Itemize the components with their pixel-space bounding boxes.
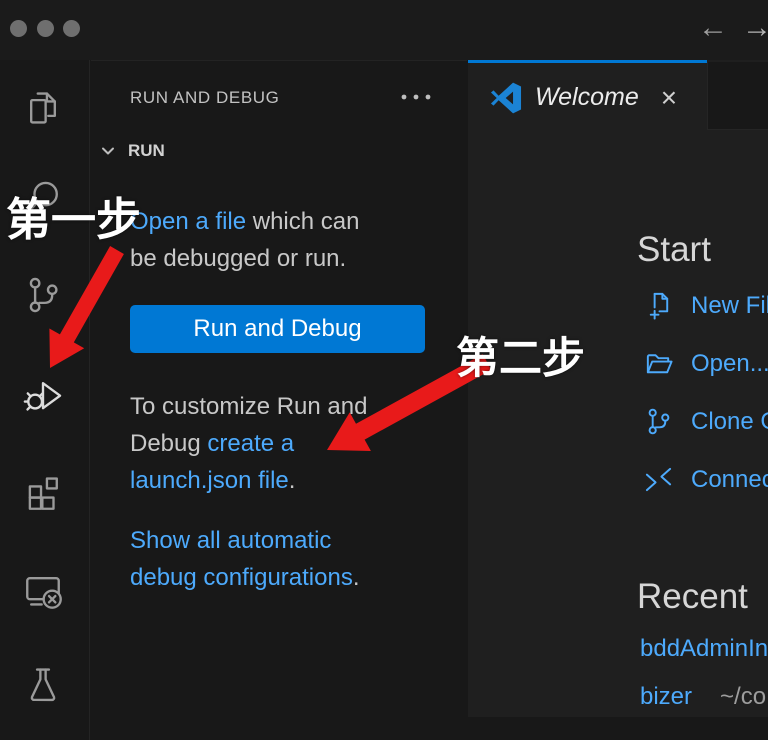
show-automatic-configs-link[interactable]: Show all automatic [130, 527, 331, 554]
open-folder-icon [643, 348, 674, 379]
run-section-label: RUN [128, 141, 165, 161]
tab-title: Welcome [535, 83, 639, 112]
show-configs-text: Show all automatic debug configurations. [130, 522, 430, 596]
run-and-debug-button[interactable]: Run and Debug [130, 305, 425, 353]
start-item-clone-repo[interactable]: Clone Git Repository... [643, 406, 768, 437]
run-and-debug-panel: RUN AND DEBUG RUN Open a file which can … [91, 60, 467, 740]
welcome-page: Start New File... Open... Clone Git Repo… [468, 132, 768, 717]
recent-item[interactable]: bizer ~/co [640, 683, 766, 711]
recent-heading: Recent [637, 577, 748, 617]
run-and-debug-icon[interactable] [21, 373, 65, 417]
step1-annotation-label: 第一步 [6, 183, 141, 248]
more-actions-icon[interactable] [399, 85, 435, 109]
minimize-window-button[interactable] [37, 20, 54, 37]
zoom-window-button[interactable] [63, 20, 80, 37]
customize-hint-text: To customize Run and Debug create a laun… [130, 388, 430, 499]
git-branch-icon [643, 406, 674, 437]
editor-area: Welcome × Start New File... Open... Clon… [468, 60, 768, 717]
show-automatic-configs-link-line2[interactable]: debug configurations [130, 564, 353, 591]
explorer-icon[interactable] [21, 86, 65, 130]
tab-close-icon[interactable]: × [661, 84, 677, 112]
navigate-back-icon[interactable]: ← [698, 6, 728, 50]
start-heading: Start [637, 230, 711, 270]
extensions-icon[interactable] [21, 471, 65, 515]
window-titlebar: ← → [0, 0, 768, 60]
open-a-file-link[interactable]: Open a file [130, 208, 246, 235]
remote-explorer-icon[interactable] [21, 568, 65, 612]
tab-welcome[interactable]: Welcome × [468, 60, 707, 132]
open-file-hint-text: Open a file which can be debugged or run… [130, 203, 430, 277]
new-file-icon [643, 290, 674, 321]
vscode-logo-icon [490, 82, 522, 114]
close-window-button[interactable] [10, 20, 27, 37]
remote-icon [643, 464, 674, 495]
tab-strip-empty [707, 62, 768, 130]
launch-json-file-link[interactable]: launch.json file [130, 467, 289, 494]
source-control-icon[interactable] [21, 273, 65, 317]
navigate-forward-icon[interactable]: → [742, 6, 768, 50]
recent-item[interactable]: bddAdminIn [640, 635, 768, 663]
run-section-header[interactable]: RUN [99, 141, 165, 161]
activity-bar [0, 60, 90, 740]
vscode-window: ← → RUN AND DEBUG [0, 0, 768, 740]
create-launch-json-link[interactable]: create a [207, 430, 294, 457]
step2-annotation-label: 第二步 [456, 324, 585, 386]
start-item-new-file[interactable]: New File... [643, 290, 768, 321]
start-item-connect-to[interactable]: Connect to... [643, 464, 768, 495]
panel-title: RUN AND DEBUG [130, 88, 280, 108]
start-item-open[interactable]: Open... [643, 348, 768, 379]
chevron-down-icon [99, 142, 117, 160]
test-beaker-icon[interactable] [21, 662, 65, 706]
